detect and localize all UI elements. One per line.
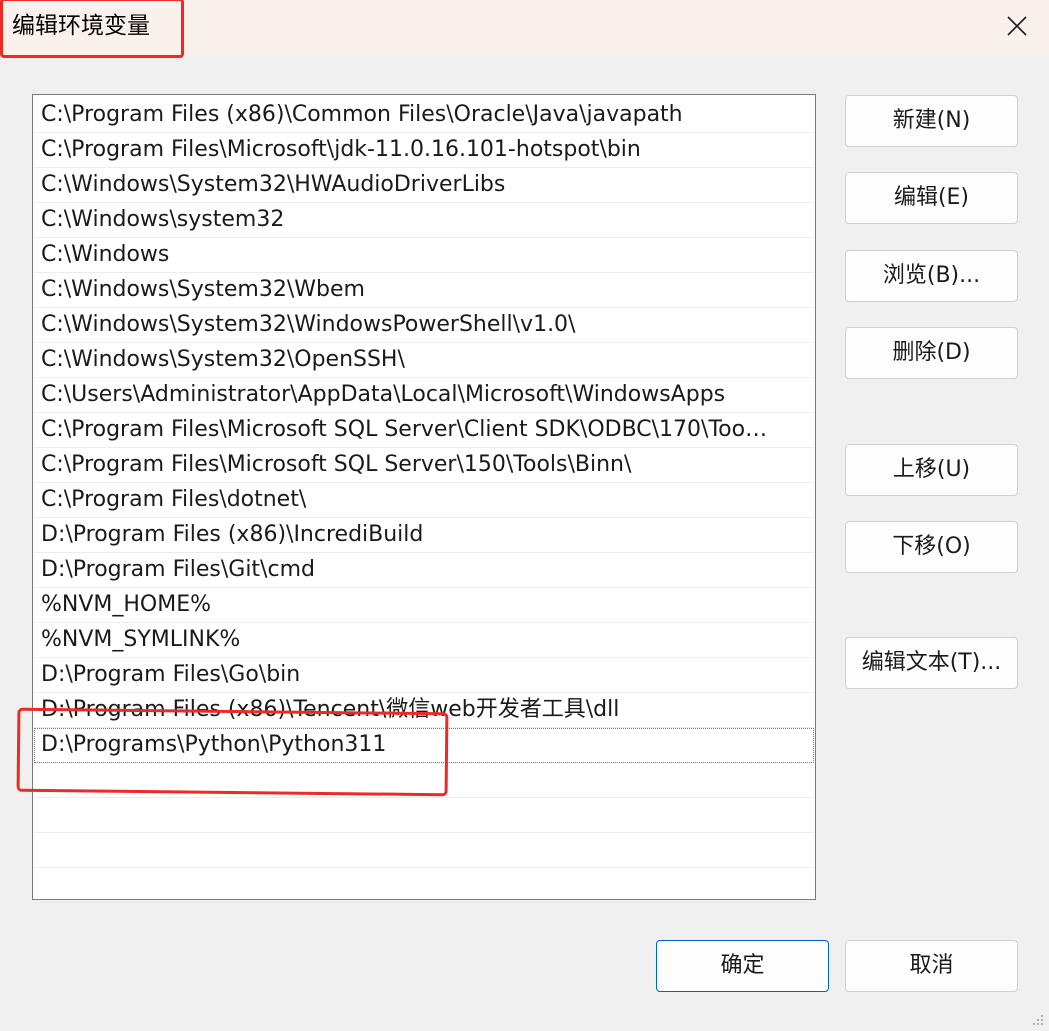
list-item[interactable]: C:\Windows\System32\Wbem bbox=[34, 273, 814, 308]
list-item[interactable]: C:\Program Files\Microsoft SQL Server\15… bbox=[34, 448, 814, 483]
edit-text-button[interactable]: 编辑文本(T)... bbox=[845, 637, 1018, 689]
browse-button[interactable]: 浏览(B)... bbox=[845, 250, 1018, 302]
resize-grip-icon[interactable] bbox=[1029, 1011, 1045, 1027]
list-item[interactable]: D:\Program Files\Git\cmd bbox=[34, 553, 814, 588]
list-item[interactable]: C:\Windows\System32\OpenSSH\ bbox=[34, 343, 814, 378]
list-item[interactable] bbox=[34, 868, 814, 903]
cancel-button[interactable]: 取消 bbox=[845, 940, 1018, 992]
ok-button[interactable]: 确定 bbox=[656, 940, 829, 992]
edit-button[interactable]: 编辑(E) bbox=[845, 172, 1018, 224]
title-annotation-box bbox=[0, 0, 184, 58]
list-item[interactable] bbox=[34, 833, 814, 868]
list-item[interactable]: C:\Program Files\dotnet\ bbox=[34, 483, 814, 518]
list-item[interactable]: C:\Windows\System32\WindowsPowerShell\v1… bbox=[34, 308, 814, 343]
list-item[interactable]: C:\Windows\System32\HWAudioDriverLibs bbox=[34, 168, 814, 203]
list-item[interactable]: C:\Windows\system32 bbox=[34, 203, 814, 238]
list-item[interactable]: C:\Users\Administrator\AppData\Local\Mic… bbox=[34, 378, 814, 413]
close-icon[interactable] bbox=[1001, 10, 1033, 42]
delete-button[interactable]: 删除(D) bbox=[845, 327, 1018, 379]
list-item[interactable]: C:\Windows bbox=[34, 238, 814, 273]
list-item[interactable]: C:\Program Files (x86)\Common Files\Orac… bbox=[34, 98, 814, 133]
row-annotation-box bbox=[16, 707, 449, 797]
list-item[interactable]: C:\Program Files\Microsoft SQL Server\Cl… bbox=[34, 413, 814, 448]
list-item[interactable]: D:\Program Files (x86)\IncrediBuild bbox=[34, 518, 814, 553]
move-down-button[interactable]: 下移(O) bbox=[845, 521, 1018, 573]
list-item[interactable]: %NVM_SYMLINK% bbox=[34, 623, 814, 658]
new-button[interactable]: 新建(N) bbox=[845, 95, 1018, 147]
list-item[interactable]: %NVM_HOME% bbox=[34, 588, 814, 623]
move-up-button[interactable]: 上移(U) bbox=[845, 444, 1018, 496]
title-bar: 编辑环境变量 bbox=[0, 0, 1049, 58]
list-item[interactable]: D:\Program Files\Go\bin bbox=[34, 658, 814, 693]
list-item[interactable]: C:\Program Files\Microsoft\jdk-11.0.16.1… bbox=[34, 133, 814, 168]
list-item[interactable] bbox=[34, 798, 814, 833]
